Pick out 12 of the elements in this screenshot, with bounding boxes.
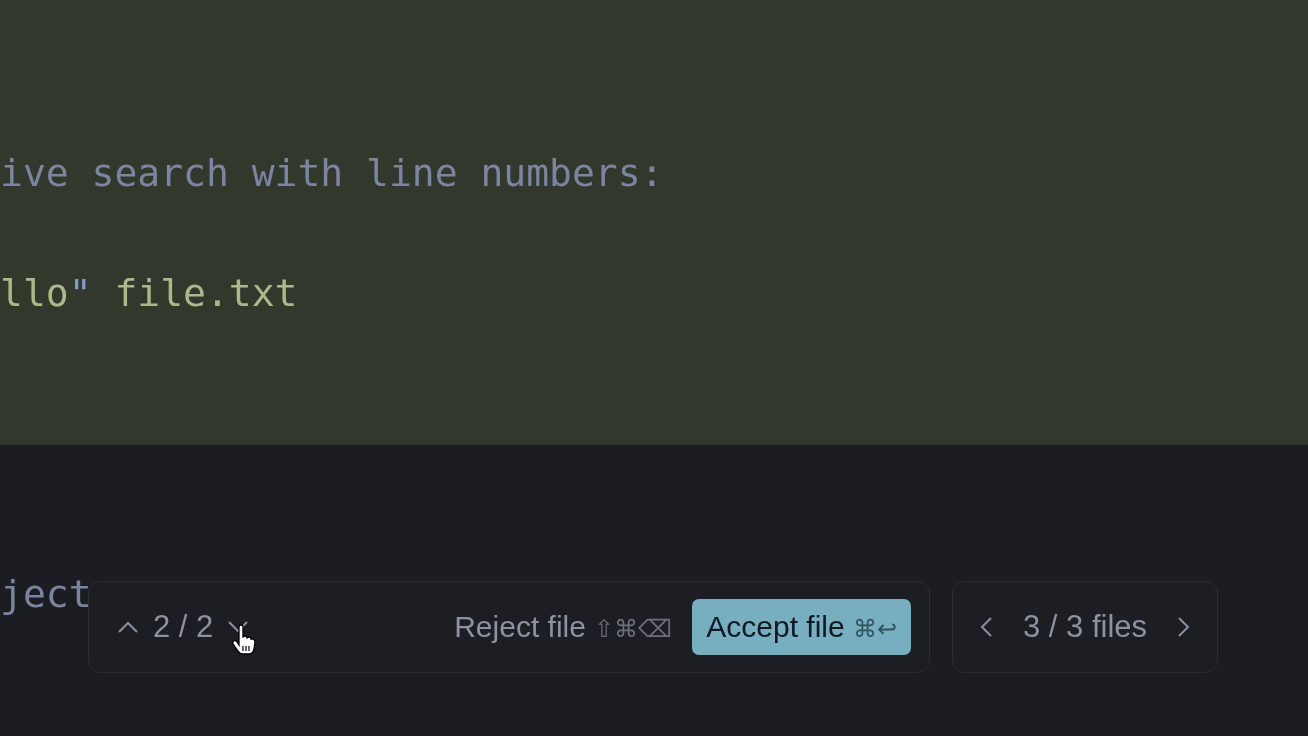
change-counter: 2 / 2: [153, 609, 214, 645]
chevron-down-icon[interactable]: [227, 620, 250, 634]
code-line: llo" file.txt: [0, 271, 298, 315]
accept-file-button[interactable]: Accept file ⌘↩: [692, 599, 911, 655]
file-counter: 3 / 3 files: [1022, 609, 1148, 645]
code-line: ive search with line numbers:: [0, 151, 664, 195]
chevron-left-icon[interactable]: [979, 616, 993, 638]
code-line: ject: [0, 571, 92, 617]
chevron-up-icon[interactable]: [117, 620, 139, 634]
hand-cursor-icon: [231, 624, 258, 656]
reject-file-button[interactable]: Reject file ⇧⌘⌫: [440, 604, 687, 650]
chevron-right-icon[interactable]: [1177, 616, 1191, 638]
